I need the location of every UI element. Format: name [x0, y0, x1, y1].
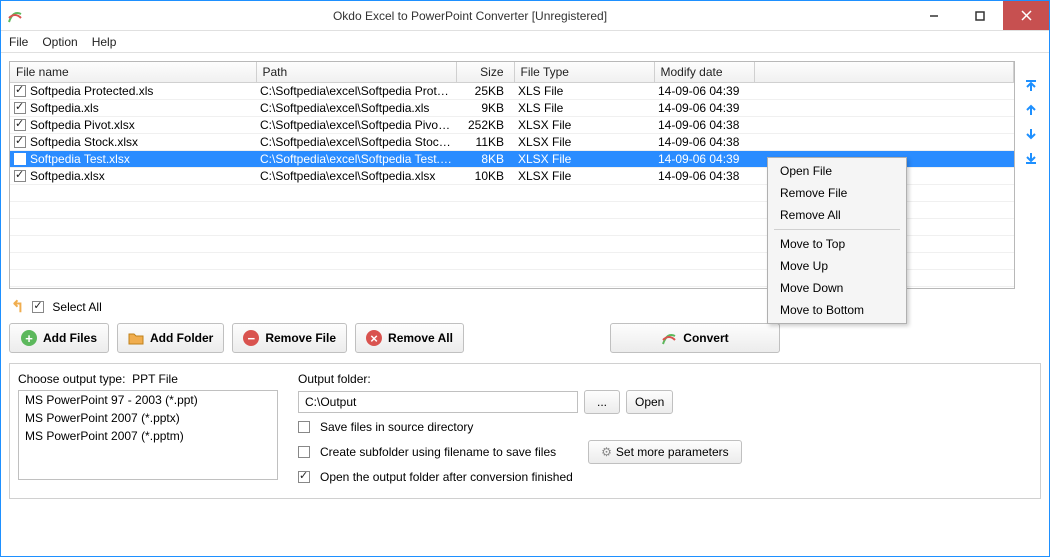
move-top-button[interactable] — [1022, 77, 1040, 95]
table-row[interactable]: Softpedia.xlsC:\Softpedia\excel\Softpedi… — [10, 99, 1014, 116]
output-type-option[interactable]: MS PowerPoint 97 - 2003 (*.ppt) — [19, 391, 277, 409]
add-files-button[interactable]: +Add Files — [9, 323, 109, 353]
output-folder-input[interactable] — [298, 391, 578, 413]
output-panel: Choose output type: PPT File MS PowerPoi… — [9, 363, 1041, 499]
browse-button[interactable]: ... — [584, 390, 620, 414]
table-row[interactable]: Softpedia Pivot.xlsxC:\Softpedia\excel\S… — [10, 116, 1014, 133]
more-params-button[interactable]: ⚙Set more parameters — [588, 440, 741, 464]
convert-button[interactable]: Convert — [610, 323, 780, 353]
output-type-current: PPT File — [132, 372, 178, 386]
remove-file-button[interactable]: −Remove File — [232, 323, 347, 353]
output-type-list[interactable]: MS PowerPoint 97 - 2003 (*.ppt)MS PowerP… — [18, 390, 278, 480]
ctx-move-up[interactable]: Move Up — [770, 255, 904, 277]
reorder-arrows — [1021, 61, 1041, 289]
ctx-open-file[interactable]: Open File — [770, 160, 904, 182]
row-checkbox[interactable] — [14, 170, 26, 182]
window-title: Okdo Excel to PowerPoint Converter [Unre… — [29, 9, 911, 23]
output-type-option[interactable]: MS PowerPoint 2007 (*.pptm) — [19, 427, 277, 445]
move-bottom-button[interactable] — [1022, 149, 1040, 167]
add-folder-button[interactable]: Add Folder — [117, 323, 224, 353]
convert-icon — [661, 330, 677, 346]
menu-help[interactable]: Help — [92, 35, 117, 49]
menu-file[interactable]: File — [9, 35, 28, 49]
create-subfolder-label: Create subfolder using filename to save … — [320, 445, 556, 459]
ctx-move-top[interactable]: Move to Top — [770, 233, 904, 255]
save-source-label: Save files in source directory — [320, 420, 473, 434]
output-type-label: Choose output type: — [18, 372, 125, 386]
row-checkbox[interactable] — [14, 119, 26, 131]
ctx-remove-all[interactable]: Remove All — [770, 204, 904, 226]
ctx-remove-file[interactable]: Remove File — [770, 182, 904, 204]
open-after-label: Open the output folder after conversion … — [320, 470, 573, 484]
col-filetype[interactable]: File Type — [514, 62, 654, 82]
context-menu: Open File Remove File Remove All Move to… — [767, 157, 907, 324]
title-bar: Okdo Excel to PowerPoint Converter [Unre… — [1, 1, 1049, 31]
folder-icon — [128, 330, 144, 346]
minus-icon: − — [243, 330, 259, 346]
output-type-option[interactable]: MS PowerPoint 2007 (*.pptx) — [19, 409, 277, 427]
plus-icon: + — [21, 330, 37, 346]
table-row[interactable]: Softpedia Protected.xlsC:\Softpedia\exce… — [10, 82, 1014, 99]
col-filename[interactable]: File name — [10, 62, 256, 82]
close-button[interactable] — [1003, 1, 1049, 30]
col-spacer — [754, 62, 1014, 82]
row-checkbox[interactable] — [14, 136, 26, 148]
row-checkbox[interactable] — [14, 102, 26, 114]
output-folder-label: Output folder: — [298, 372, 1032, 386]
menu-option[interactable]: Option — [42, 35, 77, 49]
app-icon — [1, 8, 29, 24]
select-all-checkbox[interactable] — [32, 301, 44, 313]
col-modifydate[interactable]: Modify date — [654, 62, 754, 82]
move-up-button[interactable] — [1022, 101, 1040, 119]
row-checkbox[interactable] — [14, 153, 26, 165]
minimize-button[interactable] — [911, 1, 957, 30]
ctx-move-down[interactable]: Move Down — [770, 277, 904, 299]
return-icon[interactable]: ↰ — [11, 297, 24, 317]
col-size[interactable]: Size — [456, 62, 514, 82]
maximize-button[interactable] — [957, 1, 1003, 30]
ctx-move-bottom[interactable]: Move to Bottom — [770, 299, 904, 321]
ctx-separator — [774, 229, 900, 230]
create-subfolder-checkbox[interactable] — [298, 446, 310, 458]
open-after-checkbox[interactable] — [298, 471, 310, 483]
menu-bar: File Option Help — [1, 31, 1049, 53]
move-down-button[interactable] — [1022, 125, 1040, 143]
row-checkbox[interactable] — [14, 85, 26, 97]
x-icon: × — [366, 330, 382, 346]
open-folder-button[interactable]: Open — [626, 390, 673, 414]
gear-icon: ⚙ — [601, 445, 612, 459]
col-path[interactable]: Path — [256, 62, 456, 82]
save-source-checkbox[interactable] — [298, 421, 310, 433]
table-row[interactable]: Softpedia Stock.xlsxC:\Softpedia\excel\S… — [10, 133, 1014, 150]
remove-all-button[interactable]: ×Remove All — [355, 323, 464, 353]
select-all-label: Select All — [52, 300, 101, 314]
